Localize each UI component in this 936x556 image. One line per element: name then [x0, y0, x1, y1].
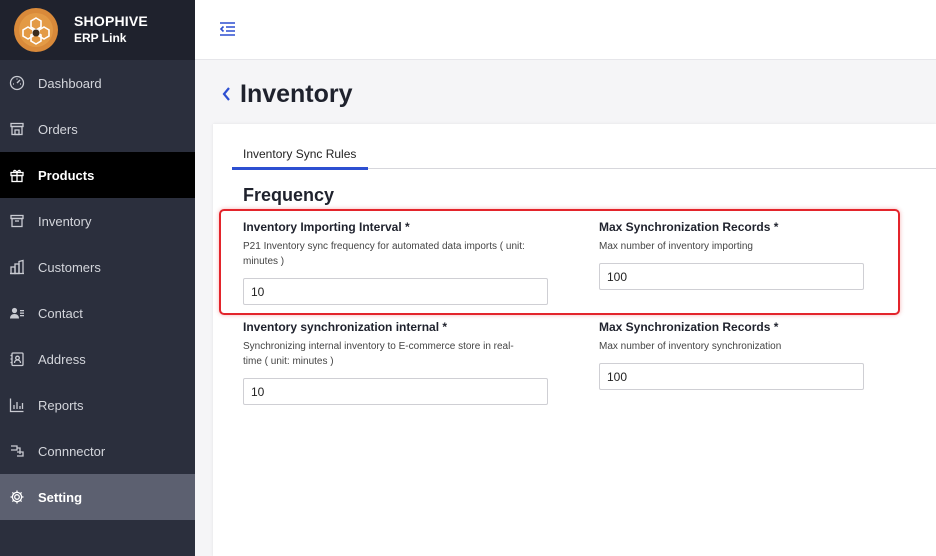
sidebar-nav: Dashboard Orders Products Inventory Cust… [0, 60, 195, 520]
sidebar-item-contact[interactable]: Contact [0, 290, 195, 336]
importing-interval-label: Inventory Importing Interval * [243, 220, 410, 234]
importing-interval-input[interactable] [243, 278, 548, 305]
max-import-records-label: Max Synchronization Records * [599, 220, 779, 234]
contact-icon [8, 304, 26, 322]
sync-interval-help-line2: time ( unit: minutes ) [243, 356, 334, 367]
sidebar: SHOPHIVE ERP Link Dashboard Orders Produ… [0, 0, 195, 556]
sidebar-item-orders[interactable]: Orders [0, 106, 195, 152]
tab-bar: Inventory Sync Rules [232, 142, 936, 170]
sidebar-item-customers[interactable]: Customers [0, 244, 195, 290]
chevron-left-icon[interactable] [220, 84, 234, 104]
menu-collapse-icon[interactable] [219, 21, 236, 37]
brand[interactable]: SHOPHIVE ERP Link [0, 0, 195, 60]
sync-interval-input[interactable] [243, 378, 548, 405]
address-icon [8, 350, 26, 368]
settings-card: Inventory Sync Rules Frequency Inventory… [213, 124, 936, 556]
bar-chart-icon [8, 396, 26, 414]
page-title: Inventory [240, 80, 353, 108]
active-tab-indicator [232, 167, 368, 170]
max-sync-records-label: Max Synchronization Records * [599, 320, 779, 334]
gift-icon [8, 166, 26, 184]
store-icon [8, 120, 26, 138]
sync-interval-help-line1: Synchronizing internal inventory to E-co… [243, 341, 514, 352]
section-title: Frequency [243, 185, 335, 205]
gear-icon [8, 488, 26, 506]
sidebar-item-label: Connnector [38, 443, 106, 459]
sidebar-item-address[interactable]: Address [0, 336, 195, 382]
sidebar-item-label: Customers [38, 259, 101, 275]
sidebar-item-reports[interactable]: Reports [0, 382, 195, 428]
building-icon [8, 258, 26, 276]
sidebar-item-connector[interactable]: Connnector [0, 428, 195, 474]
inventory-box-icon [8, 212, 26, 230]
shophive-logo-icon [14, 8, 58, 52]
max-sync-records-input[interactable] [599, 363, 864, 390]
sidebar-item-setting[interactable]: Setting [0, 474, 195, 520]
dashboard-icon [8, 74, 26, 92]
importing-interval-help-line1: P21 Inventory sync frequency for automat… [243, 241, 525, 252]
sidebar-item-dashboard[interactable]: Dashboard [0, 60, 195, 106]
importing-interval-help-line2: minutes ) [243, 256, 285, 267]
max-sync-records-help: Max number of inventory synchronization [599, 341, 782, 352]
sidebar-item-label: Contact [38, 305, 83, 321]
brand-subtitle: ERP Link [74, 31, 127, 45]
connector-icon [8, 442, 26, 460]
sidebar-item-label: Dashboard [38, 75, 102, 91]
sidebar-item-label: Inventory [38, 213, 92, 229]
sidebar-item-label: Products [38, 167, 95, 183]
sidebar-item-label: Orders [38, 121, 78, 137]
sidebar-item-label: Setting [38, 489, 83, 505]
sidebar-item-label: Address [38, 351, 86, 367]
max-import-records-input[interactable] [599, 263, 864, 290]
sidebar-item-label: Reports [38, 397, 84, 413]
sidebar-item-inventory[interactable]: Inventory [0, 198, 195, 244]
brand-name: SHOPHIVE [74, 13, 148, 29]
tab-inventory-sync-rules[interactable]: Inventory Sync Rules [243, 147, 356, 161]
top-bar [195, 0, 936, 60]
sync-interval-label: Inventory synchronization internal * [243, 320, 448, 334]
sidebar-item-products[interactable]: Products [0, 152, 195, 198]
max-import-records-help: Max number of inventory importing [599, 241, 753, 252]
